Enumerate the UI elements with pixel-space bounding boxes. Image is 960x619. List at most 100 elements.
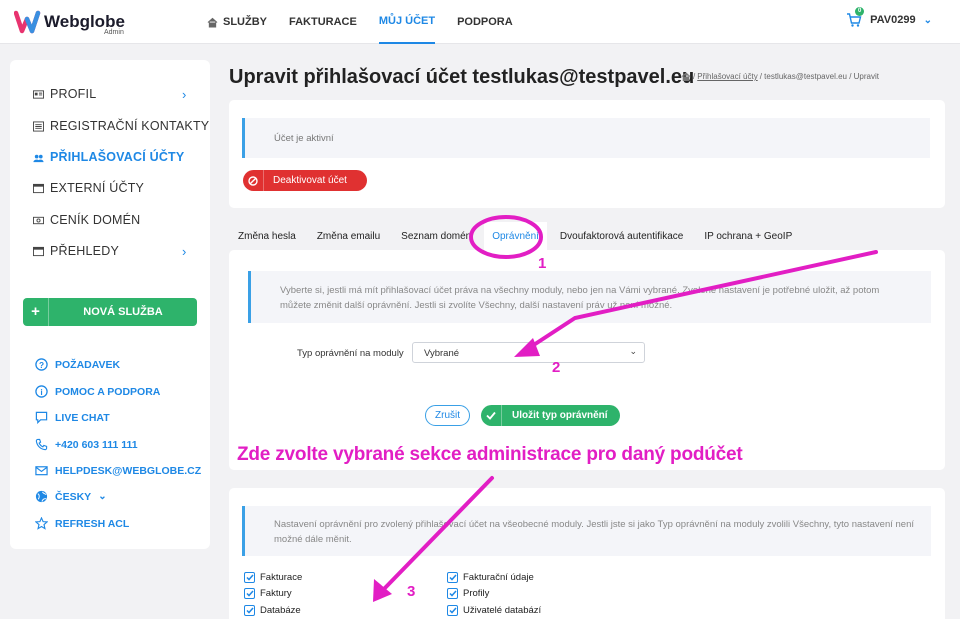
account-tabs: Změna hesla Změna emailu Seznam domén Op… xyxy=(238,222,813,250)
language-switch[interactable]: ČESKY ⌄ xyxy=(35,490,107,503)
tab-change-password[interactable]: Změna hesla xyxy=(238,222,296,250)
breadcrumb-link-login-accounts[interactable]: Přihlašovací účty xyxy=(697,72,757,81)
envelope-icon xyxy=(35,466,48,476)
save-permission-type-button[interactable]: Uložit typ oprávnění xyxy=(481,405,620,426)
nav-billing[interactable]: FAKTURACE xyxy=(289,0,357,44)
sidebar-item-label: CENÍK DOMÉN xyxy=(50,213,141,227)
globe-icon xyxy=(35,490,48,503)
support-label: LIVE CHAT xyxy=(55,411,110,424)
nav-support[interactable]: PODPORA xyxy=(457,0,513,44)
question-circle-icon: ? xyxy=(35,358,48,371)
cart-count-badge: 0 xyxy=(855,7,865,16)
chevron-right-icon[interactable]: › xyxy=(182,87,186,102)
module-label: Uživatelé databází xyxy=(463,605,542,616)
brand-sub: Admin xyxy=(104,29,124,36)
support-label: HELPDESK@WEBGLOBE.CZ xyxy=(55,464,202,477)
support-label: POMOC A PODPORA xyxy=(55,385,161,398)
tab-change-email[interactable]: Změna emailu xyxy=(317,222,380,250)
account-menu[interactable]: 0 PAV0299 ⌄ xyxy=(846,7,932,28)
module-checkbox-billing-details[interactable]: Fakturační údaje xyxy=(447,572,534,583)
sidebar-item-domain-pricing[interactable]: CENÍK DOMÉN xyxy=(33,213,140,227)
annotation-number-3: 3 xyxy=(407,583,416,600)
refresh-acl-link[interactable]: REFRESH ACL xyxy=(35,517,129,530)
chevron-down-icon: ⌄ xyxy=(98,491,107,502)
save-label: Uložit typ oprávnění xyxy=(512,410,608,421)
webglobe-logo-icon xyxy=(14,10,41,34)
modules-card: Nastavení oprávnění pro zvolený přihlašo… xyxy=(229,488,945,619)
star-icon xyxy=(35,517,48,530)
module-checkbox-billing[interactable]: Fakturace xyxy=(244,572,302,583)
page-title: Upravit přihlašovací účet testlukas@test… xyxy=(229,66,695,88)
main-nav: SLUŽBY FAKTURACE MŮJ ÚČET PODPORA xyxy=(207,0,535,44)
help-support-link[interactable]: i POMOC A PODPORA xyxy=(35,385,160,398)
permissions-card: Vyberte si, jestli má mít přihlašovací ú… xyxy=(229,250,945,470)
module-label: Fakturace xyxy=(260,572,303,583)
support-label: REFRESH ACL xyxy=(55,517,130,530)
info-circle-icon: i xyxy=(35,385,48,398)
chevron-right-icon[interactable]: › xyxy=(182,244,186,259)
check-icon xyxy=(481,405,502,426)
breadcrumb-current: / testlukas@testpavel.eu / Upravit xyxy=(759,72,879,81)
phone-icon xyxy=(35,438,48,451)
support-label: +420 603 111 111 xyxy=(55,438,138,451)
tab-permissions[interactable]: Oprávnění xyxy=(484,222,547,250)
account-status-card: Účet je aktivní Deaktivovat účet xyxy=(229,100,945,208)
chevron-down-icon: ⌄ xyxy=(629,346,637,356)
chevron-down-icon: ⌄ xyxy=(923,14,932,26)
ban-icon xyxy=(243,170,264,191)
permissions-info-box: Vyberte si, jestli má mít přihlašovací ú… xyxy=(248,271,931,323)
cart-icon[interactable]: 0 xyxy=(846,7,865,28)
sidebar-item-overviews[interactable]: PŘEHLEDY xyxy=(33,244,119,258)
plus-icon: + xyxy=(23,298,49,326)
cancel-button[interactable]: Zrušit xyxy=(425,405,470,426)
annotation-number-1: 1 xyxy=(538,255,547,272)
breadcrumb-separator: / xyxy=(693,72,696,81)
top-bar: Webglobe Admin SLUŽBY FAKTURACE MŮJ ÚČET… xyxy=(0,0,960,44)
new-service-label: NOVÁ SLUŽBA xyxy=(83,306,163,318)
checkbox-checked-icon xyxy=(447,588,458,599)
checkbox-checked-icon xyxy=(447,572,458,583)
support-label: ČESKY xyxy=(55,490,92,503)
new-service-button[interactable]: + NOVÁ SLUŽBA xyxy=(23,298,197,326)
sidebar-item-label: EXTERNÍ ÚČTY xyxy=(50,181,145,195)
support-request-link[interactable]: ? POŽADAVEK xyxy=(35,358,120,371)
annotation-caption: Zde zvolte vybrané sekce administrace pr… xyxy=(237,444,743,465)
module-checkbox-databases[interactable]: Databáze xyxy=(244,605,301,616)
nav-services[interactable]: SLUŽBY xyxy=(207,0,267,44)
live-chat-link[interactable]: LIVE CHAT xyxy=(35,411,110,424)
money-icon xyxy=(33,216,44,224)
permission-type-label: Typ oprávnění na moduly xyxy=(297,348,404,359)
tab-domain-list[interactable]: Seznam domén xyxy=(401,222,471,250)
helpdesk-email-link[interactable]: HELPDESK@WEBGLOBE.CZ xyxy=(35,464,201,477)
module-checkbox-database-users[interactable]: Uživatelé databází xyxy=(447,605,541,616)
module-label: Profily xyxy=(463,588,490,599)
module-checkbox-profiles[interactable]: Profily xyxy=(447,588,489,599)
checkbox-checked-icon xyxy=(244,588,255,599)
deactivate-account-button[interactable]: Deaktivovat účet xyxy=(243,170,367,191)
deactivate-label: Deaktivovat účet xyxy=(273,175,347,186)
nav-services-label: SLUŽBY xyxy=(223,16,267,28)
annotation-number-2: 2 xyxy=(552,359,561,376)
home-icon xyxy=(207,17,218,28)
sidebar-item-label: REGISTRAČNÍ KONTAKTY xyxy=(50,119,210,133)
module-checkbox-invoices[interactable]: Faktury xyxy=(244,588,292,599)
sidebar: PROFIL › REGISTRAČNÍ KONTAKTY PŘIHLAŠOVA… xyxy=(10,60,210,549)
tab-ip-protection-geoip[interactable]: IP ochrana + GeoIP xyxy=(704,222,792,250)
breadcrumb: / Přihlašovací účty / testlukas@testpave… xyxy=(681,72,879,81)
sidebar-item-login-accounts[interactable]: PŘIHLAŠOVACÍ ÚČTY xyxy=(33,150,184,164)
sidebar-item-registration-contacts[interactable]: REGISTRAČNÍ KONTAKTY xyxy=(33,119,209,133)
phone-link[interactable]: +420 603 111 111 xyxy=(35,438,138,451)
nav-my-account[interactable]: MŮJ ÚČET xyxy=(378,0,436,44)
tab-two-factor-auth[interactable]: Dvoufaktorová autentifikace xyxy=(560,222,683,250)
module-label: Fakturační údaje xyxy=(463,572,534,583)
module-label: Databáze xyxy=(260,605,301,616)
sidebar-item-profile[interactable]: PROFIL xyxy=(33,87,96,101)
webglobe-logo[interactable]: Webglobe Admin xyxy=(14,7,125,37)
sidebar-item-external-accounts[interactable]: EXTERNÍ ÚČTY xyxy=(33,181,144,195)
account-status-text: Účet je aktivní xyxy=(274,133,334,144)
modules-info-text: Nastavení oprávnění pro zvolený přihlašo… xyxy=(274,519,915,545)
chat-icon xyxy=(35,411,48,424)
permission-type-select[interactable]: Vybrané ⌄ xyxy=(412,342,645,363)
svg-text:?: ? xyxy=(39,360,44,370)
home-icon[interactable] xyxy=(681,72,691,81)
